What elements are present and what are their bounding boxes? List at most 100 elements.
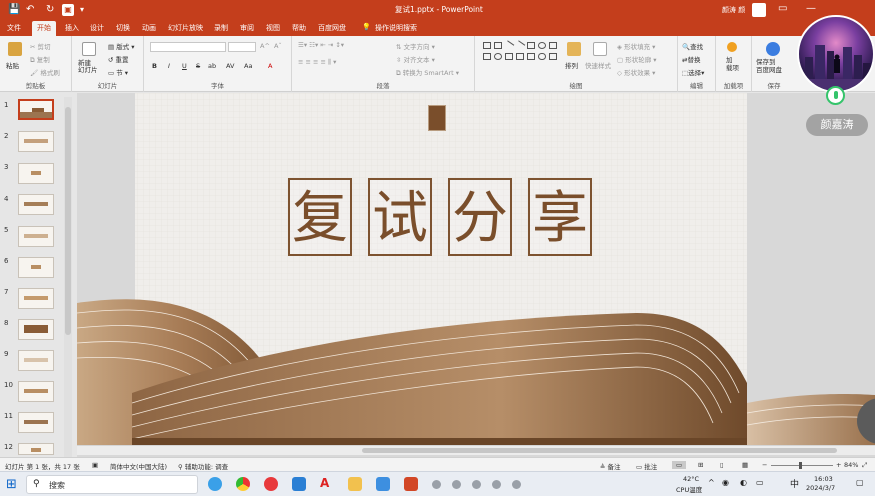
minimize-icon[interactable]: —: [806, 3, 816, 14]
taskbar-search[interactable]: ⚲ 搜索: [26, 475, 198, 494]
addins-icon[interactable]: [727, 42, 737, 52]
tab-help[interactable]: 帮助: [292, 23, 306, 33]
quick-styles-icon[interactable]: [593, 42, 607, 56]
char-spacing-button[interactable]: AV: [226, 62, 234, 70]
undo-icon[interactable]: ↶: [26, 3, 34, 17]
slide-thumbnail-6[interactable]: [18, 257, 54, 278]
underline-button[interactable]: U: [182, 62, 187, 70]
layout-button[interactable]: ▤ 版式 ▾: [108, 41, 135, 51]
arrange-icon[interactable]: [567, 42, 581, 56]
baidu-cloud-icon[interactable]: [766, 42, 780, 56]
title-decoration-block[interactable]: [428, 105, 446, 131]
find-button[interactable]: 🔍查找: [682, 41, 703, 51]
tab-record[interactable]: 录制: [214, 23, 228, 33]
tell-me-search[interactable]: 操作说明搜索: [375, 23, 417, 33]
reading-view-icon[interactable]: ▯: [720, 461, 724, 469]
save-baidu-button[interactable]: 保存到 百度网盘: [756, 58, 782, 74]
battery-icon[interactable]: ▭: [756, 478, 764, 487]
shrink-font-icon[interactable]: Aˇ: [274, 42, 282, 50]
notification-icon[interactable]: ▢: [856, 478, 864, 487]
align-text-button[interactable]: ⇳ 对齐文本 ▾: [396, 54, 435, 64]
slide-thumbnail-1[interactable]: [18, 99, 54, 120]
windows-start-icon[interactable]: ⊞: [6, 477, 17, 492]
weibo-icon[interactable]: [264, 477, 278, 491]
tab-transitions[interactable]: 切换: [116, 23, 130, 33]
title-char-box[interactable]: 复: [288, 178, 352, 256]
customize-qa-icon[interactable]: ▾: [80, 3, 84, 17]
select-button[interactable]: ⬚选择▾: [682, 67, 704, 77]
tray-icon[interactable]: [492, 480, 501, 489]
font-color-button[interactable]: A: [268, 62, 272, 70]
cut-button[interactable]: ✂ 剪切: [30, 41, 51, 51]
slide-thumbnail-2[interactable]: [18, 131, 54, 152]
spellcheck-icon[interactable]: ▣: [92, 461, 98, 469]
slide-thumbnail-3[interactable]: [18, 163, 54, 184]
change-case-button[interactable]: Aa: [244, 62, 252, 70]
photos-icon[interactable]: [376, 477, 390, 491]
quick-styles-button[interactable]: 快速样式: [585, 60, 611, 70]
slide-thumbnail-5[interactable]: [18, 226, 54, 247]
horizontal-scrollbar[interactable]: [77, 445, 875, 455]
slide-editor[interactable]: 复 试 分 享: [77, 93, 875, 457]
network-icon[interactable]: ◉: [722, 478, 729, 487]
shape-fill-button[interactable]: ◈ 形状填充 ▾: [617, 41, 655, 51]
italic-button[interactable]: I: [168, 62, 170, 70]
paste-icon[interactable]: [8, 42, 22, 56]
slide-thumbnail-7[interactable]: [18, 288, 54, 309]
file-explorer-icon[interactable]: [348, 477, 362, 491]
slide-thumbnail-10[interactable]: [18, 381, 54, 402]
bullets-icon[interactable]: ☰▾ ☷▾ ⇤ ⇥ ↕▾: [298, 41, 344, 49]
user-name[interactable]: 颜涛 颜: [722, 5, 745, 15]
normal-view-icon[interactable]: ▭: [672, 461, 687, 469]
slide-sorter-icon[interactable]: ⊞: [698, 461, 703, 469]
shape-effects-button[interactable]: ◇ 形状效果 ▾: [617, 67, 655, 77]
powerpoint-taskbar-icon[interactable]: [404, 477, 418, 491]
presenter-icon[interactable]: ▣: [62, 4, 74, 16]
text-direction-button[interactable]: ⇅ 文字方向 ▾: [396, 41, 435, 51]
slide-1[interactable]: 复 试 分 享: [77, 93, 875, 457]
paste-button[interactable]: 粘贴: [6, 60, 19, 70]
save-icon[interactable]: 💾: [8, 3, 20, 17]
tray-overflow-icon[interactable]: ^: [708, 478, 715, 487]
vscode-icon[interactable]: [292, 477, 306, 491]
notes-button[interactable]: ≜ 备注: [600, 461, 621, 471]
language-indicator[interactable]: 简体中文(中国大陆): [110, 461, 167, 471]
grow-font-icon[interactable]: A^: [260, 42, 270, 50]
tab-home[interactable]: 开始: [32, 21, 56, 36]
tab-baidu[interactable]: 百度网盘: [318, 23, 346, 33]
addins-button[interactable]: 加 载项: [726, 56, 739, 72]
new-slide-icon[interactable]: [82, 42, 96, 56]
font-size-combo[interactable]: [228, 42, 256, 52]
tab-review[interactable]: 审阅: [240, 23, 254, 33]
ribbon-display-icon[interactable]: ▭: [778, 3, 787, 14]
shadow-button[interactable]: ab: [208, 62, 216, 70]
tab-slideshow[interactable]: 幻灯片放映: [168, 23, 203, 33]
tab-insert[interactable]: 插入: [65, 23, 79, 33]
slide-thumbnail-9[interactable]: [18, 350, 54, 371]
shape-outline-button[interactable]: ▢ 形状轮廓 ▾: [617, 54, 657, 64]
clock-date[interactable]: 2024/3/7: [806, 484, 835, 492]
tray-icon[interactable]: [432, 480, 441, 489]
input-method-indicator[interactable]: 中: [790, 477, 799, 490]
comments-button[interactable]: ▭ 批注: [636, 461, 657, 471]
zoom-out-icon[interactable]: −: [762, 461, 767, 469]
slide-thumbnail-12[interactable]: [18, 443, 54, 455]
new-slide-button[interactable]: 新建 幻灯片: [78, 60, 98, 74]
participant-video[interactable]: [797, 15, 875, 93]
zoom-level[interactable]: 84%: [844, 461, 858, 469]
volume-icon[interactable]: ◐: [740, 478, 747, 487]
strike-button[interactable]: S: [196, 62, 200, 70]
title-char-box[interactable]: 分: [448, 178, 512, 256]
edge-icon[interactable]: [208, 477, 222, 491]
clock-time[interactable]: 16:03: [814, 475, 833, 483]
arrange-button[interactable]: 排列: [565, 60, 578, 70]
tab-file[interactable]: 文件: [7, 23, 21, 33]
font-name-combo[interactable]: [150, 42, 226, 52]
tray-icon[interactable]: [512, 480, 521, 489]
format-painter-button[interactable]: 🖌 格式刷: [30, 67, 60, 77]
thumbnail-scrollbar[interactable]: [64, 97, 72, 457]
slide-thumbnail-8[interactable]: [18, 319, 54, 340]
smartart-button[interactable]: ⧉ 转换为 SmartArt ▾: [396, 67, 459, 78]
slide-thumbnail-4[interactable]: [18, 194, 54, 215]
chrome-icon[interactable]: [236, 477, 250, 491]
